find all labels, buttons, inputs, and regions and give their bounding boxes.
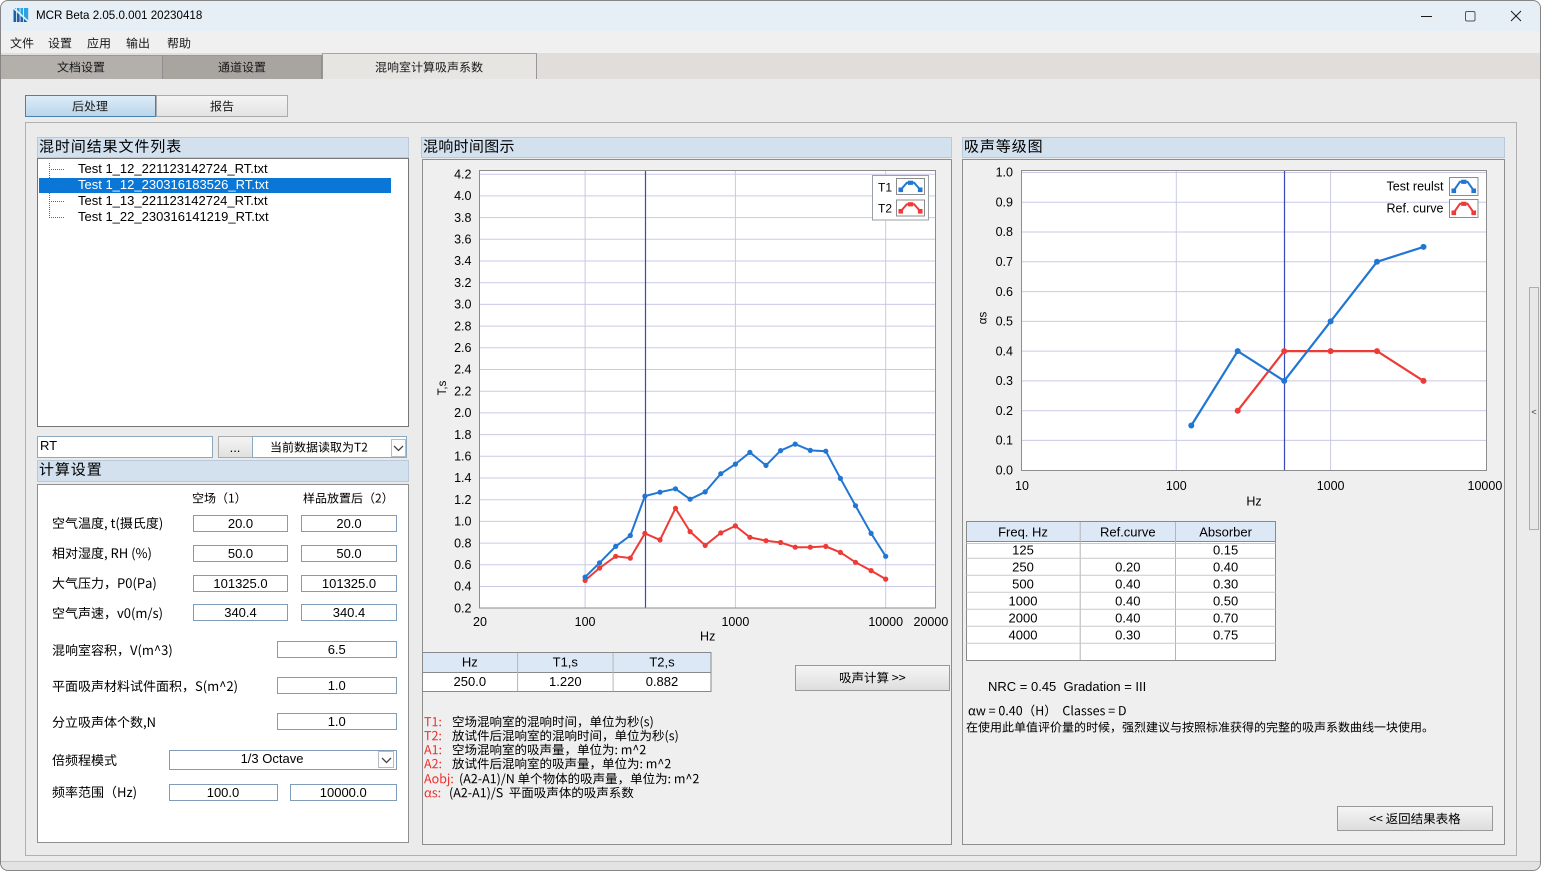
svg-text:0.15: 0.15: [1213, 542, 1238, 557]
svg-text:Absorber: Absorber: [1199, 525, 1252, 540]
svg-text:2000: 2000: [1009, 610, 1038, 625]
svg-text:125: 125: [1012, 542, 1034, 557]
svg-text:0.50: 0.50: [1213, 593, 1238, 608]
svg-text:0.30: 0.30: [1213, 576, 1238, 591]
svg-text:0.40: 0.40: [1115, 610, 1140, 625]
svg-text:1000: 1000: [1009, 593, 1038, 608]
svg-text:4000: 4000: [1009, 627, 1038, 642]
svg-text:0.40: 0.40: [1213, 559, 1238, 574]
svg-text:Freq. Hz: Freq. Hz: [998, 525, 1048, 540]
svg-text:0.30: 0.30: [1115, 627, 1140, 642]
svg-text:Ref.curve: Ref.curve: [1100, 525, 1156, 540]
svg-text:250: 250: [1012, 559, 1034, 574]
svg-text:0.70: 0.70: [1213, 610, 1238, 625]
svg-text:0.75: 0.75: [1213, 627, 1238, 642]
svg-text:0.40: 0.40: [1115, 593, 1140, 608]
svg-text:500: 500: [1012, 576, 1034, 591]
svg-text:0.40: 0.40: [1115, 576, 1140, 591]
svg-text:0.20: 0.20: [1115, 559, 1140, 574]
